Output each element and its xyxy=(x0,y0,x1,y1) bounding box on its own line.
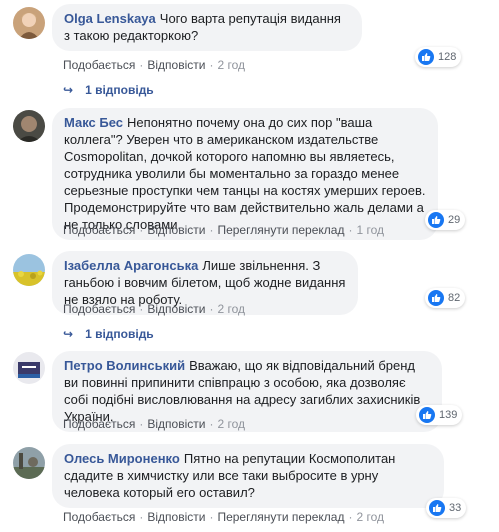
reply-link[interactable]: Відповісти xyxy=(147,223,205,237)
replies-count: 1 відповідь xyxy=(85,83,154,97)
comment-author[interactable]: Olga Lenskaya xyxy=(64,11,156,26)
reply-link[interactable]: Відповісти xyxy=(147,510,205,524)
reaction-count[interactable]: 82 xyxy=(425,288,466,308)
see-translation-link[interactable]: Переглянути переклад xyxy=(217,223,344,237)
reaction-count[interactable]: 29 xyxy=(425,210,466,230)
comment-actions: Подобається · Відповісти · Переглянути перек… xyxy=(63,223,385,237)
avatar[interactable] xyxy=(13,447,45,479)
like-link[interactable]: Подобається xyxy=(63,417,135,431)
comment-author[interactable]: Петро Волинський xyxy=(64,358,185,373)
view-replies-button[interactable]: ↪ 1 відповідь xyxy=(63,327,154,341)
thumbs-up-icon xyxy=(428,212,444,228)
reaction-count[interactable]: 33 xyxy=(426,498,467,518)
like-link[interactable]: Подобається xyxy=(63,223,135,237)
reaction-number: 128 xyxy=(438,51,457,63)
avatar[interactable] xyxy=(13,352,45,384)
thumbs-up-icon xyxy=(418,49,434,65)
comment-author[interactable]: Макс Бес xyxy=(64,115,123,130)
avatar[interactable] xyxy=(13,254,45,286)
reaction-number: 29 xyxy=(448,214,461,226)
reaction-count[interactable]: 128 xyxy=(415,47,462,67)
comment-bubble: Макс Бес Непонятно почему она до сих пор … xyxy=(52,108,438,240)
like-link[interactable]: Подобається xyxy=(63,302,135,316)
thumbs-up-icon xyxy=(429,500,445,516)
thumbs-up-icon xyxy=(419,407,435,423)
comment-text: Непонятно почему она до сих пор "ваша ко… xyxy=(64,115,426,232)
reply-link[interactable]: Відповісти xyxy=(147,58,205,72)
reply-link[interactable]: Відповісти xyxy=(147,417,205,431)
reply-arrow-icon: ↪ xyxy=(63,327,74,341)
comment-author[interactable]: Ізабелла Арагонська xyxy=(64,258,198,273)
comment-bubble: Олесь Мироненко Пятно на репутации Космоп… xyxy=(52,444,444,508)
like-link[interactable]: Подобається xyxy=(63,58,135,72)
comment-actions: Подобається · Відповісти · 2 год xyxy=(63,58,245,72)
comment-actions: Подобається · Відповісти · 2 год xyxy=(63,417,245,431)
timestamp[interactable]: 2 год xyxy=(356,510,384,524)
comment-bubble: Olga Lenskaya Чого варта репутація виданн… xyxy=(52,4,362,51)
comment-actions: Подобається · Відповісти · Переглянути перек… xyxy=(63,510,385,524)
reaction-count[interactable]: 139 xyxy=(416,405,463,425)
comment-author[interactable]: Олесь Мироненко xyxy=(64,451,180,466)
see-translation-link[interactable]: Переглянути переклад xyxy=(217,510,344,524)
comment-actions: Подобається · Відповісти · 2 год xyxy=(63,302,245,316)
view-replies-button[interactable]: ↪ 1 відповідь xyxy=(63,83,154,97)
reaction-number: 139 xyxy=(439,409,458,421)
timestamp[interactable]: 2 год xyxy=(217,417,245,431)
reply-link[interactable]: Відповісти xyxy=(147,302,205,316)
timestamp[interactable]: 2 год xyxy=(217,302,245,316)
reply-arrow-icon: ↪ xyxy=(63,83,74,97)
reaction-number: 33 xyxy=(449,502,462,514)
avatar[interactable] xyxy=(13,110,45,142)
thumbs-up-icon xyxy=(428,290,444,306)
timestamp[interactable]: 1 год xyxy=(356,223,384,237)
replies-count: 1 відповідь xyxy=(85,327,154,341)
reaction-number: 82 xyxy=(448,292,461,304)
timestamp[interactable]: 2 год xyxy=(217,58,245,72)
like-link[interactable]: Подобається xyxy=(63,510,135,524)
avatar[interactable] xyxy=(13,7,45,39)
